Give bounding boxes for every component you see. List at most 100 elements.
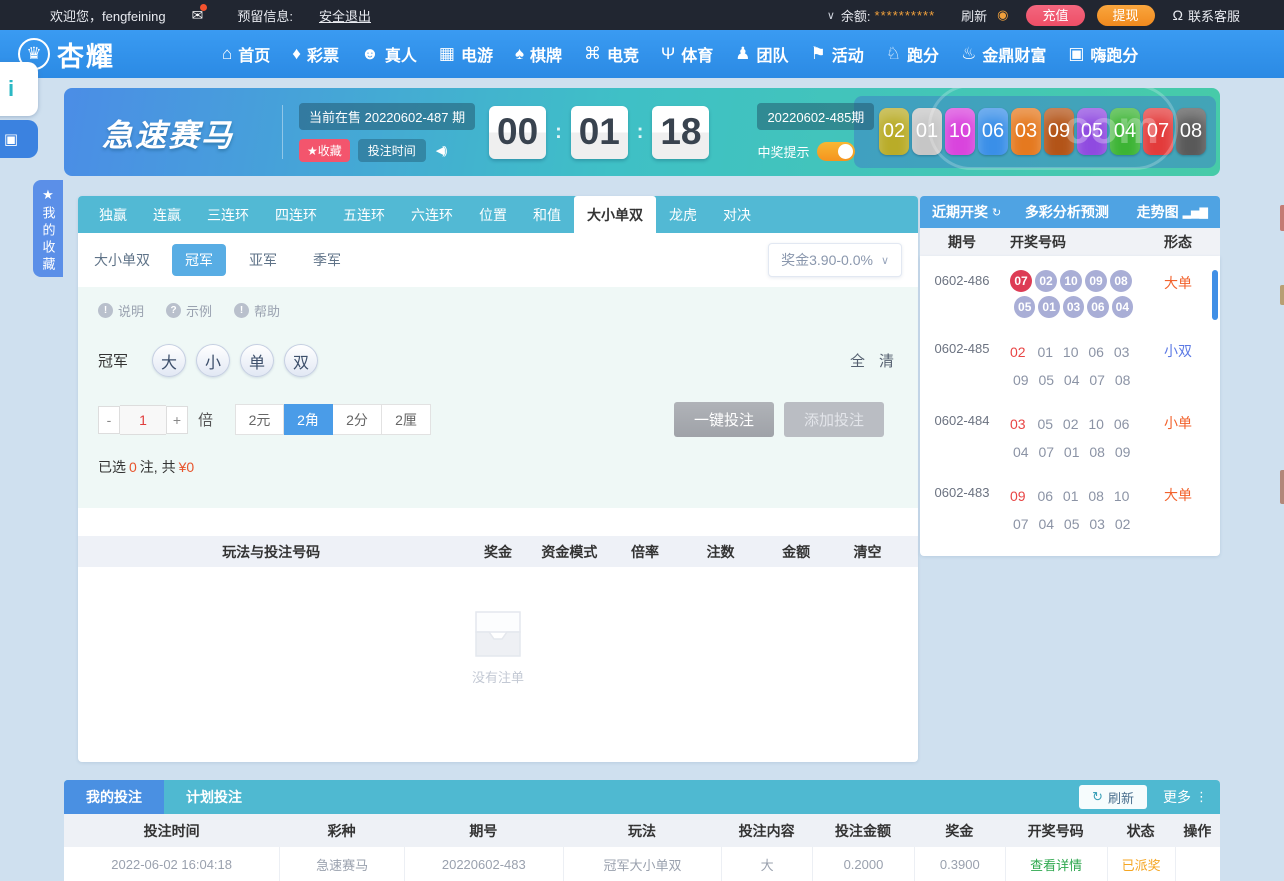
multiplier-input[interactable] — [120, 404, 166, 435]
nav-item[interactable]: ♠ 棋牌 — [504, 30, 573, 78]
my-bets-row: 2022-06-02 16:04:18 急速赛马 20220602-483 冠军… — [64, 847, 1220, 881]
my-bets-tab[interactable]: 我的投注 — [64, 780, 164, 814]
nav-item[interactable]: ⌂ 首页 — [211, 30, 281, 78]
multiplier-plus-button[interactable]: + — [166, 405, 188, 434]
nav-item[interactable]: ♨ 金鼎财富 — [950, 30, 1057, 78]
balance-refresh-link[interactable]: 刷新 — [961, 6, 987, 25]
position-tab[interactable]: 亚军 — [236, 244, 290, 276]
bet-option-pill[interactable]: 大 — [152, 344, 187, 377]
recent-panel-tab[interactable]: 走势图 ▂▅▇ — [1137, 202, 1208, 222]
speaker-icon[interactable]: ◀)) — [436, 144, 448, 157]
position-tab[interactable]: 冠军 — [172, 244, 226, 276]
board-games-icon: ♠ — [514, 44, 525, 63]
edge-widget-sliver — [1280, 470, 1284, 504]
eye-icon[interactable]: ◉ — [997, 7, 1008, 23]
quick-bet-button[interactable]: 一键投注 — [674, 402, 774, 437]
star-icon: ★ — [307, 143, 318, 158]
play-tab[interactable]: 三连环 — [194, 196, 262, 233]
play-tab[interactable]: 和值 — [520, 196, 574, 233]
withdraw-button[interactable]: 提现 — [1096, 4, 1155, 26]
floating-widget-qr[interactable]: ▣ — [0, 120, 38, 158]
chevron-down-icon: ∨ — [880, 254, 889, 267]
recent-draws-panel: 近期开奖 ↻ 多彩分析预测 走势图 ▂▅▇ 期号 开奖号码 形态 0602-48… — [920, 196, 1220, 556]
betslip-header-cell: 玩法与投注号码 — [222, 543, 321, 560]
multiplier-minus-button[interactable]: - — [98, 405, 120, 434]
lottery-icon: ♦ — [292, 44, 301, 63]
recharge-button[interactable]: 充值 — [1026, 4, 1085, 26]
win-tip-label: 中奖提示 — [757, 145, 810, 160]
favorite-badge[interactable]: ★收藏 — [299, 138, 350, 162]
select-all-link[interactable]: 全 — [850, 350, 865, 371]
nav-item[interactable]: Ψ 体育 — [650, 30, 724, 78]
edge-widget-sliver — [1280, 205, 1284, 231]
bet-option-pill[interactable]: 小 — [196, 344, 231, 377]
play-tab[interactable]: 独赢 — [86, 196, 140, 233]
nav-items: ⌂ 首页 ♦ 彩票 ☻ 真人 ▦ 电游 ♠ 棋牌 ⌘ 电竞 Ψ 体育 ♟ 团队 … — [211, 30, 1149, 78]
nav-item[interactable]: ♦ 彩票 — [281, 30, 350, 78]
nav-item-label: 棋牌 — [530, 48, 563, 65]
play-tab[interactable]: 位置 — [466, 196, 520, 233]
helper-link[interactable]: ! 说明 — [98, 301, 144, 320]
nav-item-label: 首页 — [238, 48, 271, 65]
logout-link[interactable]: 安全退出 — [319, 6, 371, 25]
recent-draw-row: 0602-486 07 02 10 09 08 05 01 03 06 04 大单 — [920, 262, 1220, 330]
play-tab[interactable]: 四连环 — [262, 196, 330, 233]
helper-links: ! 说明 ? 示例 ! 帮助 — [98, 301, 898, 320]
refresh-button[interactable]: ↻ 刷新 — [1079, 785, 1147, 809]
my-favorites-tab[interactable]: ★ 我的收藏 — [33, 180, 63, 277]
chevron-down-icon[interactable]: ∨ — [827, 9, 835, 22]
draw-issue: 0602-485 — [934, 341, 990, 356]
my-favorites-label: 我的收藏 — [40, 206, 56, 274]
bet-status: 已派奖 — [1106, 847, 1175, 881]
unit-button[interactable]: 2角 — [284, 404, 334, 435]
bet-prize: 0.3900 — [913, 847, 1005, 881]
position-tab[interactable]: 季军 — [300, 244, 354, 276]
bet-option-row: 冠军 大 小 单 双 全 清 — [98, 344, 898, 377]
unit-button[interactable]: 2厘 — [382, 404, 432, 435]
add-bet-button[interactable]: 添加投注 — [784, 402, 884, 437]
recent-panel-tab[interactable]: 多彩分析预测 — [1025, 202, 1113, 222]
floating-widget-app[interactable]: i — [0, 62, 38, 116]
unit-button[interactable]: 2元 — [235, 404, 285, 435]
star-icon: ★ — [42, 187, 54, 202]
nav-item[interactable]: ▦ 电游 — [428, 30, 504, 78]
draw-numbers: 02 01 10 06 03 09 05 04 07 08 — [1010, 344, 1131, 388]
more-button[interactable]: 更多 ⋮ — [1163, 787, 1208, 807]
help-icon: ! — [234, 303, 250, 318]
win-tip-toggle[interactable] — [817, 142, 856, 161]
my-bets-header-cell: 操作 — [1183, 822, 1212, 839]
my-bets-header-cell: 奖金 — [945, 822, 974, 839]
unit-button[interactable]: 2分 — [333, 404, 383, 435]
play-tab[interactable]: 五连环 — [330, 196, 398, 233]
view-details-link[interactable]: 查看详情 — [1004, 847, 1107, 881]
my-bets-tab[interactable]: 计划投注 — [164, 780, 264, 814]
bonus-dropdown[interactable]: 奖金3.90-0.0% ∨ — [768, 243, 902, 277]
nav-item[interactable]: ♘ 跑分 — [875, 30, 950, 78]
recent-scrollbar[interactable] — [1212, 270, 1218, 320]
nav-item[interactable]: ▣ 嗨跑分 — [1057, 30, 1149, 78]
play-tab[interactable]: 龙虎 — [656, 196, 710, 233]
helper-link[interactable]: ? 示例 — [166, 301, 212, 320]
sports-icon: Ψ — [661, 44, 676, 63]
bet-controls-row: - + 倍 2元 2角 2分 2厘 一键投注 添加投注 — [98, 402, 898, 437]
draw-pattern: 大单 — [1164, 487, 1192, 503]
message-icon[interactable]: ✉ — [192, 3, 208, 24]
nav-item[interactable]: ☻ 真人 — [350, 30, 428, 78]
nav-item-label: 体育 — [681, 48, 714, 65]
play-tab[interactable]: 六连环 — [398, 196, 466, 233]
recent-panel-tab[interactable]: 近期开奖 ↻ — [932, 202, 1001, 222]
play-tab[interactable]: 对决 — [710, 196, 764, 233]
clear-link[interactable]: 清 — [879, 350, 894, 371]
helper-link[interactable]: ! 帮助 — [234, 301, 280, 320]
result-ball: 03 — [1011, 108, 1041, 155]
bet-option-pill[interactable]: 双 — [284, 344, 319, 377]
play-tab[interactable]: 大小单双 — [574, 196, 656, 233]
play-tab[interactable]: 连赢 — [140, 196, 194, 233]
nav-item[interactable]: ⌘ 电竞 — [573, 30, 650, 78]
brand-name: 杏耀 — [57, 41, 115, 72]
nav-item[interactable]: ♟ 团队 — [724, 30, 799, 78]
game-title: 急速赛马 — [102, 117, 234, 153]
contact-support-link[interactable]: 联系客服 — [1188, 6, 1240, 25]
nav-item[interactable]: ⚑ 活动 — [800, 30, 875, 78]
bet-option-pill[interactable]: 单 — [240, 344, 275, 377]
